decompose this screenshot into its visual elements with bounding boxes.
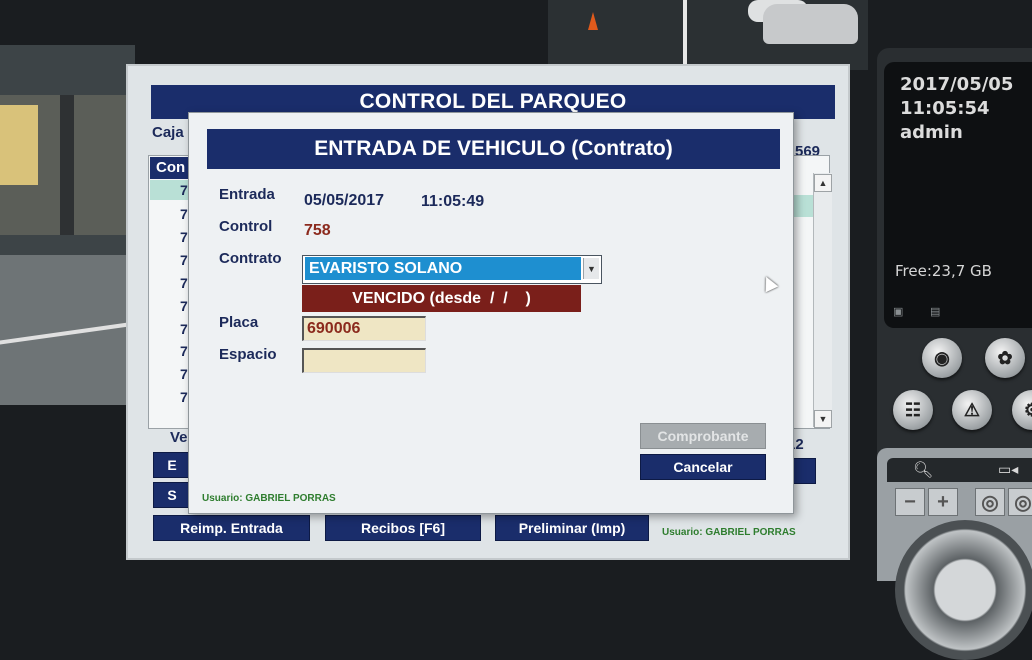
- monitor-icon: ▣: [893, 306, 904, 318]
- contrato-label: Contrato: [219, 250, 282, 267]
- list-item[interactable]: 7: [180, 366, 188, 382]
- salida-button[interactable]: S: [153, 482, 191, 508]
- list-item[interactable]: 7: [180, 389, 188, 405]
- chevron-down-icon[interactable]: ▼: [583, 258, 599, 279]
- entrada-label: Entrada: [219, 186, 275, 203]
- zoom-icon: 🔍︎: [913, 462, 934, 479]
- contrato-selected-value[interactable]: EVARISTO SOLANO: [305, 257, 581, 280]
- camera-feed-left: [0, 45, 160, 405]
- scroll-down-button[interactable]: ▼: [814, 410, 832, 428]
- preliminary-print-button[interactable]: Preliminar (Imp): [495, 515, 649, 541]
- camera-feed-top: [548, 0, 868, 70]
- focus-far-button[interactable]: ◎: [1008, 488, 1032, 516]
- alert-button[interactable]: ⚠: [952, 390, 992, 430]
- caja-label: Caja: [152, 124, 184, 141]
- dialog-user-label: Usuario: GABRIEL PORRAS: [202, 493, 336, 504]
- reprint-entry-button[interactable]: Reimp. Entrada: [153, 515, 310, 541]
- contract-status-badge: VENCIDO (desde / / ): [302, 285, 581, 312]
- list-item[interactable]: 7: [180, 343, 188, 359]
- placa-field[interactable]: 690006: [302, 316, 426, 341]
- list-selected-row-right: [794, 195, 814, 217]
- entrada-date: 05/05/2017: [304, 192, 385, 209]
- bottom-left-label: Ve: [170, 429, 188, 446]
- dvr-free-space: Free:23,7 GB: [895, 262, 992, 280]
- zoom-out-button[interactable]: −: [895, 488, 925, 516]
- ptz-joystick[interactable]: [895, 520, 1032, 660]
- main-user-label: Usuario: GABRIEL PORRAS: [662, 527, 796, 538]
- list-item[interactable]: 7: [180, 182, 188, 198]
- list-scrollbar[interactable]: [813, 173, 832, 427]
- record-icon: ▤: [930, 306, 941, 318]
- list-item[interactable]: 7: [180, 229, 188, 245]
- list-item[interactable]: 7: [180, 252, 188, 268]
- entrada-button[interactable]: E: [153, 452, 191, 478]
- camera-icon: ▭◂: [998, 461, 1019, 477]
- dialog-title: ENTRADA DE VEHICULO (Contrato): [207, 129, 780, 169]
- zoom-in-button[interactable]: +: [928, 488, 958, 516]
- dvr-date: 2017/05/05: [900, 74, 1014, 95]
- placa-label: Placa: [219, 314, 259, 331]
- camera-button[interactable]: ◉: [922, 338, 962, 378]
- comprobante-button[interactable]: Comprobante: [640, 423, 766, 449]
- list-item[interactable]: 7: [180, 298, 188, 314]
- log-button[interactable]: ☷: [893, 390, 933, 430]
- dialog-body: [198, 118, 786, 510]
- receipts-button[interactable]: Recibos [F6]: [325, 515, 481, 541]
- espacio-field[interactable]: [302, 348, 426, 373]
- list-item[interactable]: 7: [180, 206, 188, 222]
- film-reel-button[interactable]: ✿: [985, 338, 1025, 378]
- control-value: 758: [304, 222, 331, 239]
- list-item[interactable]: 7: [180, 275, 188, 291]
- cancelar-button[interactable]: Cancelar: [640, 454, 766, 480]
- dvr-time: 11:05:54: [900, 98, 990, 119]
- focus-button[interactable]: ◎: [975, 488, 1005, 516]
- entrada-time: 11:05:49: [421, 193, 485, 210]
- scroll-up-button[interactable]: ▲: [814, 174, 832, 192]
- list-item[interactable]: 7: [180, 321, 188, 337]
- dvr-user: admin: [900, 122, 963, 143]
- control-label: Control: [219, 218, 273, 235]
- espacio-label: Espacio: [219, 346, 277, 363]
